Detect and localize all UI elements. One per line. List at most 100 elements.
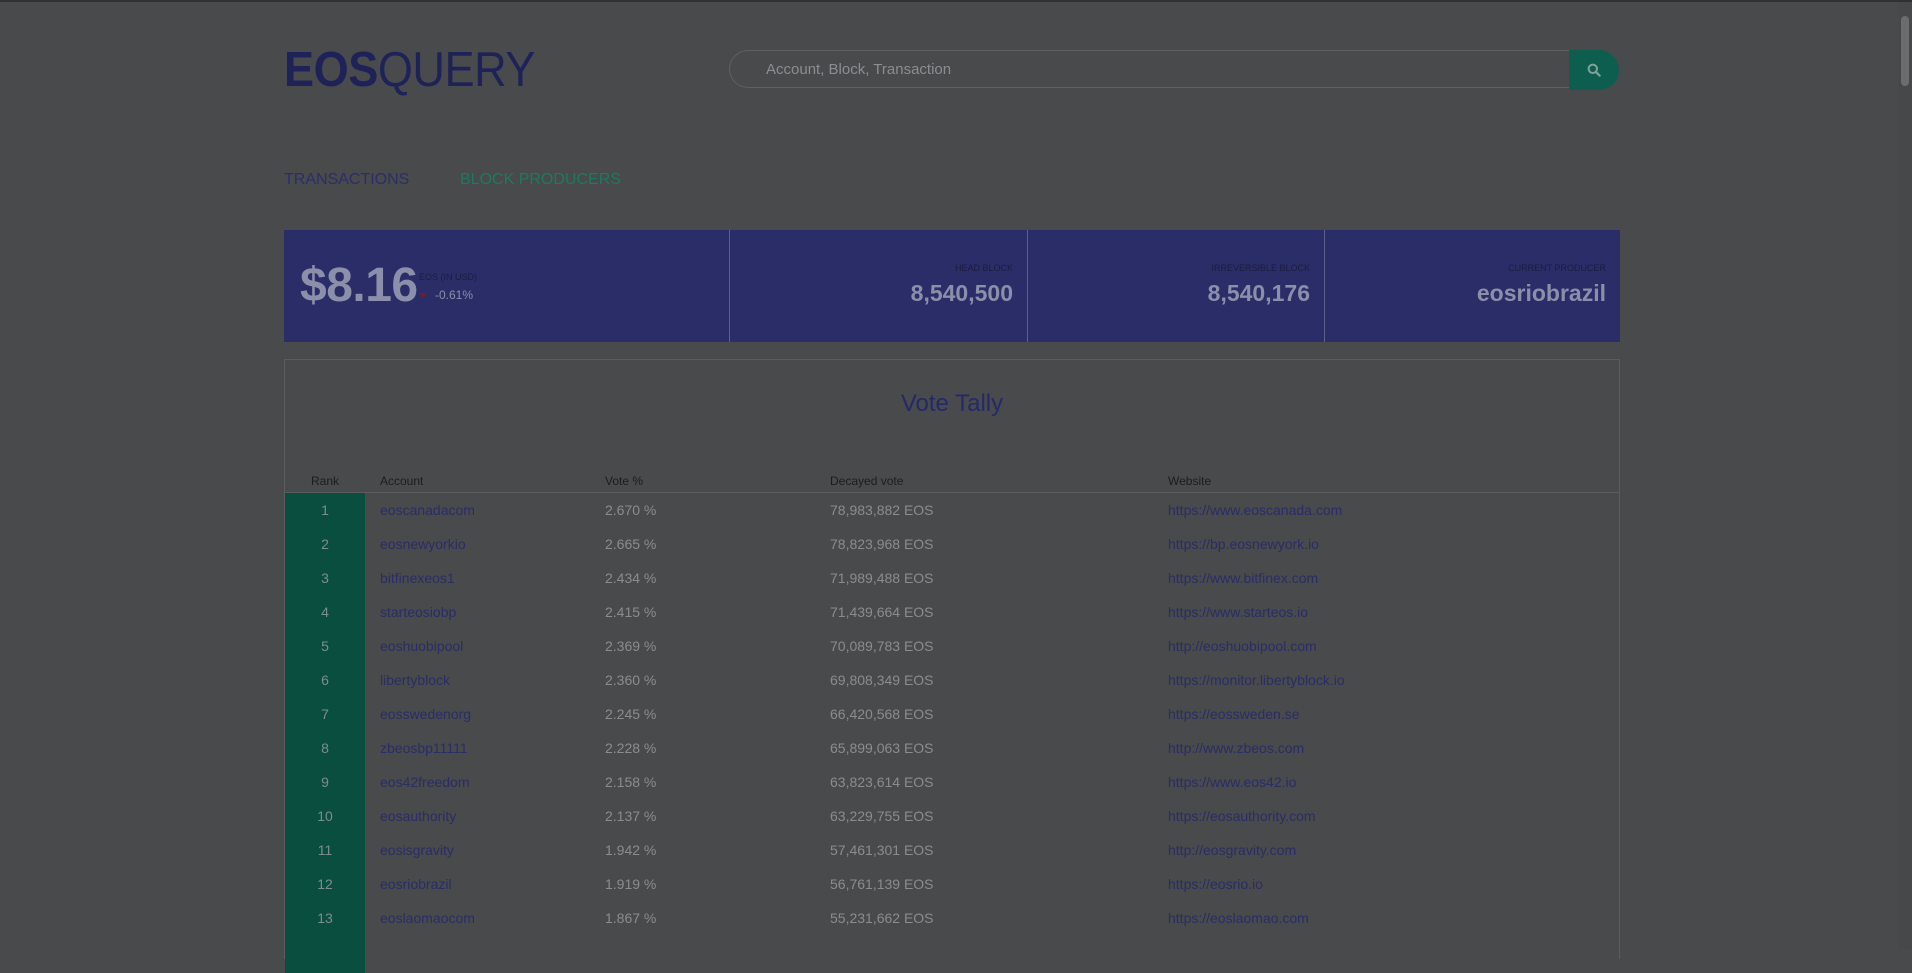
account-link[interactable]: eosauthority: [380, 808, 456, 824]
decayed-vote: 55,231,662 EOS: [830, 910, 934, 926]
vote-percent: 2.158 %: [605, 774, 657, 790]
rank-cell: 10: [317, 808, 333, 824]
website-link[interactable]: https://eosauthority.com: [1168, 808, 1316, 824]
website-link[interactable]: https://www.eos42.io: [1168, 774, 1296, 790]
website-link[interactable]: http://eosgravity.com: [1168, 842, 1296, 858]
site-logo[interactable]: EOSQUERY: [284, 42, 535, 98]
decayed-vote: 71,439,664 EOS: [830, 604, 934, 620]
account-link[interactable]: eoscanadacom: [380, 502, 475, 518]
vote-percent: 1.919 %: [605, 876, 657, 892]
account-link[interactable]: eosriobrazil: [380, 876, 452, 892]
current-producer-stat: CURRENT PRODUCER eosriobrazil: [1324, 230, 1620, 342]
search-icon: [1587, 63, 1601, 77]
header-account: Account: [380, 474, 424, 488]
search-input[interactable]: [729, 50, 1569, 88]
vote-percent: 2.369 %: [605, 638, 657, 654]
rank-cell: 7: [321, 706, 329, 722]
website-link[interactable]: https://eoslaomao.com: [1168, 910, 1309, 926]
decayed-vote: 78,823,968 EOS: [830, 536, 934, 552]
account-link[interactable]: eosisgravity: [380, 842, 454, 858]
rank-cell: 3: [321, 570, 329, 586]
panel-title: Vote Tally: [900, 390, 1004, 417]
website-link[interactable]: https://eosrio.io: [1168, 876, 1263, 892]
irreversible-block-value: 8,540,176: [1207, 280, 1310, 306]
website-link[interactable]: http://eoshuobipool.com: [1168, 638, 1317, 654]
nav-transactions[interactable]: TRANSACTIONS: [284, 170, 409, 190]
website-link[interactable]: https://www.eoscanada.com: [1168, 502, 1342, 518]
vote-percent: 1.942 %: [605, 842, 657, 858]
vote-percent: 2.245 %: [605, 706, 657, 722]
table-row: 13 eoslaomaocom 1.867 % 55,231,662 EOS h…: [285, 901, 1619, 935]
account-link[interactable]: zbeosbp11111: [380, 740, 468, 756]
vote-tally-panel: Vote Tally Rank Account Vote % Decayed v…: [284, 359, 1620, 973]
website-link[interactable]: https://bp.eosnewyork.io: [1168, 536, 1319, 552]
account-link[interactable]: eoslaomaocom: [380, 910, 475, 926]
stats-bar: $8.16 EOS (IN USD) -0.61% HEAD BLOCK 8,5…: [284, 230, 1620, 342]
table-row: 9 eos42freedom 2.158 % 63,823,614 EOS ht…: [285, 765, 1619, 799]
decayed-vote: 70,089,783 EOS: [830, 638, 934, 654]
window-top-border: [0, 0, 1912, 2]
decayed-vote: 69,808,349 EOS: [830, 672, 934, 688]
rank-cell: 1: [321, 502, 329, 518]
rank-cell: 12: [317, 876, 333, 892]
table-header: Rank Account Vote % Decayed vote Website: [285, 470, 1619, 493]
vertical-scrollbar[interactable]: [1898, 2, 1912, 949]
account-link[interactable]: eosswedenorg: [380, 706, 471, 722]
head-block-label: HEAD BLOCK: [954, 263, 1013, 273]
decayed-vote: 63,229,755 EOS: [830, 808, 934, 824]
account-link[interactable]: eoshuobipool: [380, 638, 463, 654]
header-decayed: Decayed vote: [830, 474, 904, 488]
search-button[interactable]: [1569, 50, 1619, 90]
price-stat: $8.16 EOS (IN USD) -0.61%: [284, 230, 729, 342]
website-link[interactable]: https://www.starteos.io: [1168, 604, 1308, 620]
rank-cell: 5: [321, 638, 329, 654]
rank-cell: 6: [321, 672, 329, 688]
website-link[interactable]: https://eossweden.se: [1168, 706, 1300, 722]
nav-block-producers[interactable]: BLOCK PRODUCERS: [460, 170, 621, 190]
rank-cell: 2: [321, 536, 329, 552]
website-link[interactable]: https://www.bitfinex.com: [1168, 570, 1318, 586]
price-change: -0.61%: [419, 288, 473, 302]
vote-percent: 2.137 %: [605, 808, 657, 824]
vote-percent: 2.360 %: [605, 672, 657, 688]
vote-percent: 2.228 %: [605, 740, 657, 756]
decayed-vote: 71,989,488 EOS: [830, 570, 934, 586]
decayed-vote: 78,983,882 EOS: [830, 502, 934, 518]
website-link[interactable]: http://www.zbeos.com: [1168, 740, 1304, 756]
table-row: 10 eosauthority 2.137 % 63,229,755 EOS h…: [285, 799, 1619, 833]
head-block-value: 8,540,500: [910, 280, 1013, 306]
table-row: 3 bitfinexeos1 2.434 % 71,989,488 EOS ht…: [285, 561, 1619, 595]
table-row: 4 starteosiobp 2.415 % 71,439,664 EOS ht…: [285, 595, 1619, 629]
decayed-vote: 65,899,063 EOS: [830, 740, 934, 756]
price-change-value: -0.61%: [435, 288, 474, 302]
vote-percent: 2.670 %: [605, 502, 657, 518]
account-link[interactable]: eos42freedom: [380, 774, 470, 790]
rank-cell: 8: [321, 740, 329, 756]
table-row: 6 libertyblock 2.360 % 69,808,349 EOS ht…: [285, 663, 1619, 697]
decayed-vote: 57,461,301 EOS: [830, 842, 934, 858]
header-rank: Rank: [311, 474, 340, 488]
rank-cell: 9: [321, 774, 329, 790]
head-block-stat: HEAD BLOCK 8,540,500: [729, 230, 1027, 342]
table-row: 12 eosriobrazil 1.919 % 56,761,139 EOS h…: [285, 867, 1619, 901]
website-link[interactable]: https://monitor.libertyblock.io: [1168, 672, 1345, 688]
price-label: EOS (IN USD): [419, 272, 478, 282]
account-link[interactable]: bitfinexeos1: [380, 570, 455, 586]
caret-down-icon: [419, 293, 427, 299]
account-link[interactable]: starteosiobp: [380, 604, 456, 620]
current-producer-label: CURRENT PRODUCER: [1508, 263, 1606, 273]
vote-percent: 2.434 %: [605, 570, 657, 586]
table-row: 8 zbeosbp11111 2.228 % 65,899,063 EOS ht…: [285, 731, 1619, 765]
account-link[interactable]: libertyblock: [380, 672, 450, 688]
current-producer-value[interactable]: eosriobrazil: [1477, 280, 1606, 307]
logo-light: QUERY: [377, 43, 536, 97]
account-link[interactable]: eosnewyorkio: [380, 536, 466, 552]
table-row: 7 eosswedenorg 2.245 % 66,420,568 EOS ht…: [285, 697, 1619, 731]
scrollbar-thumb[interactable]: [1901, 16, 1909, 86]
rank-cell: 4: [321, 604, 329, 620]
table-row: 11 eosisgravity 1.942 % 57,461,301 EOS h…: [285, 833, 1619, 867]
table-row: 5 eoshuobipool 2.369 % 70,089,783 EOS ht…: [285, 629, 1619, 663]
decayed-vote: 63,823,614 EOS: [830, 774, 934, 790]
irreversible-block-label: IRREVERSIBLE BLOCK: [1211, 263, 1310, 273]
table-row: 1 eoscanadacom 2.670 % 78,983,882 EOS ht…: [285, 493, 1619, 527]
